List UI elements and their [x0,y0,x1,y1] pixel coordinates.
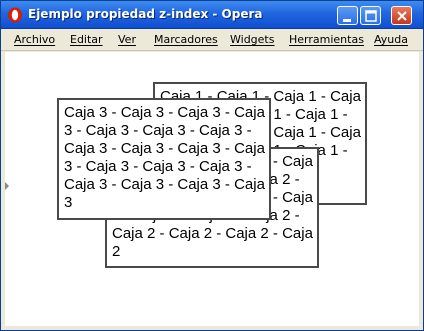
window-title: Ejemplo propiedad z-index - Opera [28,7,263,21]
maximize-button[interactable] [360,6,381,25]
menu-bar: Archivo Editar Ver Marcadores Widgets He… [1,29,423,51]
browser-window: Ejemplo propiedad z-index - Opera Archiv… [0,0,424,331]
page-content: Caja 1 - Caja 1 - Caja 1 - Caja 1 - Caja… [5,52,419,326]
arrow-icon [5,182,9,190]
menu-widgets[interactable]: Widgets [230,33,274,46]
opera-icon[interactable] [7,7,23,23]
menu-herramientas[interactable]: Herramientas [289,33,364,46]
title-bar[interactable]: Ejemplo propiedad z-index - Opera [1,1,423,29]
caja-3: Caja 3 - Caja 3 - Caja 3 - Caja 3 - Caja… [57,98,271,220]
menu-marcadores[interactable]: Marcadores [154,33,218,46]
menu-ver[interactable]: Ver [118,33,136,46]
close-button[interactable] [391,6,412,25]
minimize-button[interactable] [337,6,358,25]
menu-archivo[interactable]: Archivo [14,33,55,46]
menu-editar[interactable]: Editar [70,33,103,46]
maximize-icon [365,10,377,22]
minimize-icon [343,19,351,22]
close-icon [397,11,407,21]
menu-ayuda[interactable]: Ayuda [374,33,408,46]
